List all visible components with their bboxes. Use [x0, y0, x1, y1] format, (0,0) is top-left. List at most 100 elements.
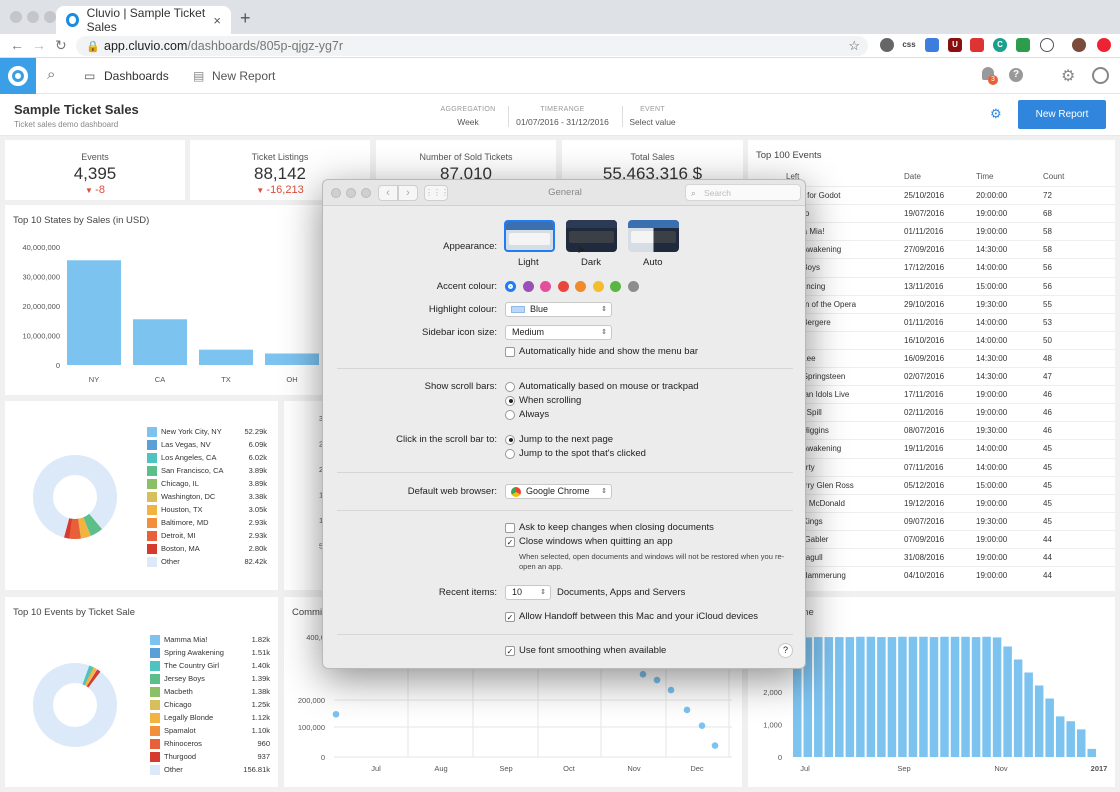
extension-grammarly-icon[interactable]: C: [993, 38, 1007, 52]
extension-red-icon[interactable]: [1097, 38, 1111, 52]
back-arrow-icon[interactable]: ←: [10, 37, 24, 53]
legend-item[interactable]: San Francisco, CA 3.89k: [147, 464, 267, 477]
jump-to-spot-radio[interactable]: [505, 448, 515, 459]
ask-keep-changes-checkbox[interactable]: [505, 522, 515, 533]
scroll-when-scrolling-radio[interactable]: [505, 395, 515, 406]
address-bar[interactable]: 🔒 app.cluvio.com/dashboards/805p-qjgz-yg…: [76, 36, 868, 56]
nav-new-report[interactable]: New Report: [212, 69, 275, 83]
legend-item[interactable]: Legally Blonde 1.12k: [150, 711, 270, 724]
settings-gear-icon[interactable]: ⚙: [1061, 66, 1075, 86]
extension-plus-icon[interactable]: [1016, 38, 1030, 52]
events-donut-card[interactable]: Top 10 Events by Ticket Sale Mamma Mia! 1…: [5, 597, 278, 787]
close-windows-option[interactable]: ✓ Close windows when quitting an app: [505, 536, 673, 547]
handoff-option[interactable]: ✓ Allow Handoff between this Mac and your…: [505, 611, 758, 622]
ask-keep-changes-option[interactable]: Ask to keep changes when closing documen…: [505, 522, 714, 533]
table-header-cell[interactable]: Count: [1043, 168, 1064, 186]
extension-lastpass-icon[interactable]: [970, 38, 984, 52]
dashboard-settings-icon[interactable]: ⚙: [990, 106, 1002, 122]
legend-item[interactable]: Houston, TX 3.05k: [147, 503, 267, 516]
filter-event[interactable]: EVENT Select value: [622, 106, 682, 127]
filter-timerange[interactable]: TIMERANGE 01/07/2016 - 31/12/2016: [508, 106, 616, 127]
accent-colour-swatch[interactable]: [522, 281, 534, 292]
scroll-always-radio[interactable]: [505, 409, 515, 420]
window-zoom-button[interactable]: [44, 11, 56, 23]
accent-colour-swatch[interactable]: [505, 281, 516, 292]
legend-item[interactable]: Jersey Boys 1.39k: [150, 672, 270, 685]
tab-close-icon[interactable]: ×: [213, 13, 221, 28]
legend-item[interactable]: New York City, NY 52.29k: [147, 425, 267, 438]
window-close-button[interactable]: [10, 11, 22, 23]
scroll-always-option[interactable]: Always: [505, 409, 549, 420]
legend-item[interactable]: Other 156.81k: [150, 763, 270, 776]
stepper-icon[interactable]: ⇕: [540, 586, 546, 599]
extension-ublock-icon[interactable]: U: [948, 38, 962, 52]
extension-info-icon[interactable]: [1040, 38, 1054, 52]
table-header-cell[interactable]: Time: [976, 168, 993, 186]
appearance-dark-label[interactable]: Dark: [581, 257, 601, 268]
accent-colour-swatch[interactable]: [610, 281, 621, 292]
accent-colour-swatch[interactable]: [575, 281, 586, 292]
window-minimize-button[interactable]: [27, 11, 39, 23]
legend-item[interactable]: Spring Awakening 1.51k: [150, 646, 270, 659]
user-account-icon[interactable]: [1092, 67, 1109, 84]
jump-next-page-radio[interactable]: [505, 434, 515, 445]
font-smoothing-option[interactable]: ✓ Use font smoothing when available: [505, 645, 666, 656]
help-button[interactable]: ?: [778, 643, 793, 658]
appearance-auto-label[interactable]: Auto: [643, 257, 663, 268]
nav-dashboards[interactable]: Dashboards: [104, 69, 169, 83]
sidebar-icon-size-select[interactable]: Medium ⇕: [505, 325, 612, 340]
legend-item[interactable]: Mamma Mia! 1.82k: [150, 633, 270, 646]
help-icon[interactable]: ?: [1009, 68, 1023, 82]
table-header-cell[interactable]: Date: [904, 168, 921, 186]
default-browser-select[interactable]: Google Chrome ⇕: [505, 484, 612, 499]
kpi-events[interactable]: Events 4,395 ▼ -8: [5, 140, 185, 200]
legend-item[interactable]: Other 82.42k: [147, 555, 267, 568]
handoff-checkbox[interactable]: ✓: [505, 611, 515, 622]
new-tab-button[interactable]: +: [240, 8, 251, 29]
cities-donut-card[interactable]: New York City, NY 52.29k Las Vegas, NV 6.09…: [5, 401, 278, 590]
jump-next-page-option[interactable]: Jump to the next page: [505, 434, 613, 445]
legend-item[interactable]: Washington, DC 3.38k: [147, 490, 267, 503]
legend-item[interactable]: Chicago 1.25k: [150, 698, 270, 711]
close-windows-checkbox[interactable]: ✓: [505, 536, 515, 547]
accent-colour-swatch[interactable]: [627, 281, 639, 292]
extension-translate-icon[interactable]: [925, 38, 939, 52]
legend-item[interactable]: Spamalot 1.10k: [150, 724, 270, 737]
reload-icon[interactable]: ↻: [55, 37, 67, 54]
accent-colour-swatch[interactable]: [592, 281, 604, 292]
appearance-light-thumb[interactable]: [504, 220, 555, 252]
accent-colour-swatch[interactable]: [557, 281, 569, 292]
legend-item[interactable]: Los Angeles, CA 6.02k: [147, 451, 267, 464]
scroll-auto-radio[interactable]: [505, 381, 515, 392]
bookmark-star-icon[interactable]: ☆: [848, 36, 860, 56]
scroll-when-scrolling-option[interactable]: When scrolling: [505, 395, 581, 406]
extension-css-icon[interactable]: css: [900, 38, 918, 52]
forward-arrow-icon[interactable]: →: [32, 37, 46, 53]
scroll-auto-option[interactable]: Automatically based on mouse or trackpad: [505, 381, 699, 392]
autohide-checkbox[interactable]: [505, 346, 515, 357]
appearance-dark-thumb[interactable]: [566, 220, 617, 252]
extension-circle-icon[interactable]: [880, 38, 894, 52]
profile-avatar[interactable]: [1072, 38, 1086, 52]
legend-item[interactable]: Rhinoceros 960: [150, 737, 270, 750]
legend-item[interactable]: Boston, MA 2.80k: [147, 542, 267, 555]
legend-item[interactable]: The Country Girl 1.40k: [150, 659, 270, 672]
appearance-light-label[interactable]: Light: [518, 257, 539, 268]
cluvio-logo[interactable]: [0, 58, 36, 94]
highlight-colour-select[interactable]: Blue ⇕: [505, 302, 612, 317]
search-field[interactable]: ⌕ Search: [685, 184, 801, 201]
appearance-auto-thumb[interactable]: [628, 220, 679, 252]
legend-item[interactable]: Thurgood 937: [150, 750, 270, 763]
new-report-button[interactable]: New Report: [1018, 100, 1106, 129]
legend-item[interactable]: Chicago, IL 3.89k: [147, 477, 267, 490]
accent-colour-swatch[interactable]: [540, 281, 551, 292]
states-chart-card[interactable]: Top 10 States by Sales (in USD) 40,000,0…: [5, 205, 365, 395]
search-icon[interactable]: ⌕: [47, 66, 55, 83]
legend-item[interactable]: Las Vegas, NV 6.09k: [147, 438, 267, 451]
jump-to-spot-option[interactable]: Jump to the spot that's clicked: [505, 448, 646, 459]
recent-items-stepper[interactable]: 10 ⇕: [505, 585, 551, 600]
font-smoothing-checkbox[interactable]: ✓: [505, 645, 515, 656]
legend-item[interactable]: Macbeth 1.38k: [150, 685, 270, 698]
browser-tab[interactable]: Cluvio | Sample Ticket Sales ×: [56, 6, 231, 34]
legend-item[interactable]: Detroit, MI 2.93k: [147, 529, 267, 542]
